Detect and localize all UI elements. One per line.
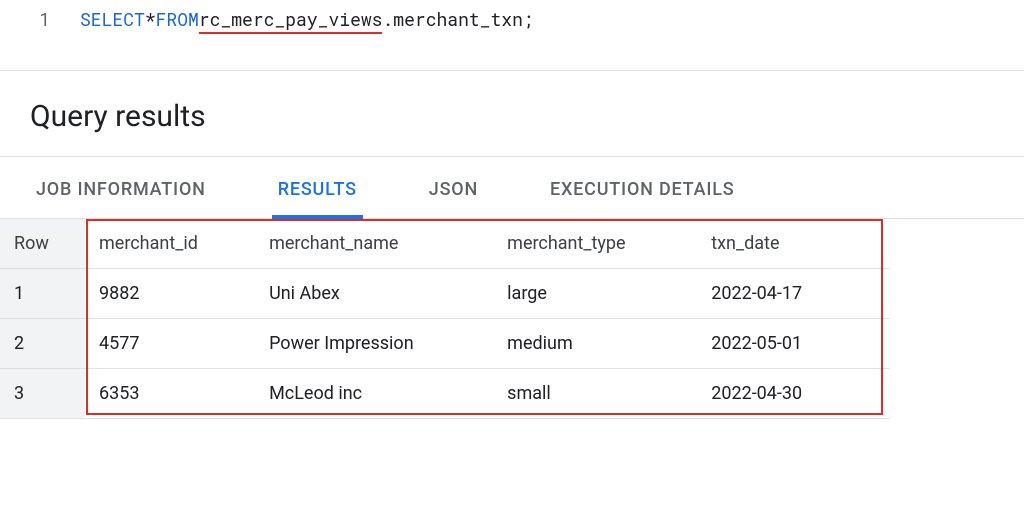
cell-merchant-type: large xyxy=(493,268,697,318)
header-merchant-id: merchant_id xyxy=(85,219,255,269)
tab-json[interactable]: JSON xyxy=(423,157,484,218)
cell-row: 1 xyxy=(0,268,85,318)
cell-txn-date: 2022-04-17 xyxy=(697,268,890,318)
cell-row: 3 xyxy=(0,368,85,418)
cell-txn-date: 2022-04-30 xyxy=(697,368,890,418)
cell-merchant-id: 6353 xyxy=(85,368,255,418)
tab-job-information[interactable]: JOB INFORMATION xyxy=(30,157,212,218)
table-row: 3 6353 McLeod inc small 2022-04-30 xyxy=(0,368,890,418)
keyword-from: FROM xyxy=(156,0,199,40)
results-title: Query results xyxy=(30,99,994,134)
header-merchant-type: merchant_type xyxy=(493,219,697,269)
dataset-name: rc_merc_pay_views xyxy=(199,7,383,31)
cell-merchant-type: small xyxy=(493,368,697,418)
table-name: .merchant_txn; xyxy=(382,0,533,40)
line-number: 1 xyxy=(20,0,80,40)
error-underline xyxy=(199,32,383,34)
code-content: SELECT * FROM rc_merc_pay_views .merchan… xyxy=(80,0,534,40)
tab-execution-details[interactable]: EXECUTION DETAILS xyxy=(544,157,740,218)
cell-row: 2 xyxy=(0,318,85,368)
cell-merchant-name: Power Impression xyxy=(255,318,493,368)
code-line: 1 SELECT * FROM rc_merc_pay_views .merch… xyxy=(0,0,1024,40)
keyword-select: SELECT xyxy=(80,0,145,40)
cell-merchant-name: Uni Abex xyxy=(255,268,493,318)
cell-txn-date: 2022-05-01 xyxy=(697,318,890,368)
table-row: 2 4577 Power Impression medium 2022-05-0… xyxy=(0,318,890,368)
code-star: * xyxy=(145,0,156,40)
results-tabs: JOB INFORMATION RESULTS JSON EXECUTION D… xyxy=(0,157,1024,219)
results-table-container: Row merchant_id merchant_name merchant_t… xyxy=(0,219,1024,419)
cell-merchant-id: 9882 xyxy=(85,268,255,318)
cell-merchant-type: medium xyxy=(493,318,697,368)
cell-merchant-id: 4577 xyxy=(85,318,255,368)
header-txn-date: txn_date xyxy=(697,219,890,269)
tab-results[interactable]: RESULTS xyxy=(272,157,363,218)
results-header: Query results xyxy=(0,71,1024,157)
table-row: 1 9882 Uni Abex large 2022-04-17 xyxy=(0,268,890,318)
table-header-row: Row merchant_id merchant_name merchant_t… xyxy=(0,219,890,269)
dataset-underlined: rc_merc_pay_views xyxy=(199,0,383,40)
cell-merchant-name: McLeod inc xyxy=(255,368,493,418)
header-merchant-name: merchant_name xyxy=(255,219,493,269)
header-row: Row xyxy=(0,219,85,269)
results-table: Row merchant_id merchant_name merchant_t… xyxy=(0,219,890,419)
sql-editor[interactable]: 1 SELECT * FROM rc_merc_pay_views .merch… xyxy=(0,0,1024,71)
